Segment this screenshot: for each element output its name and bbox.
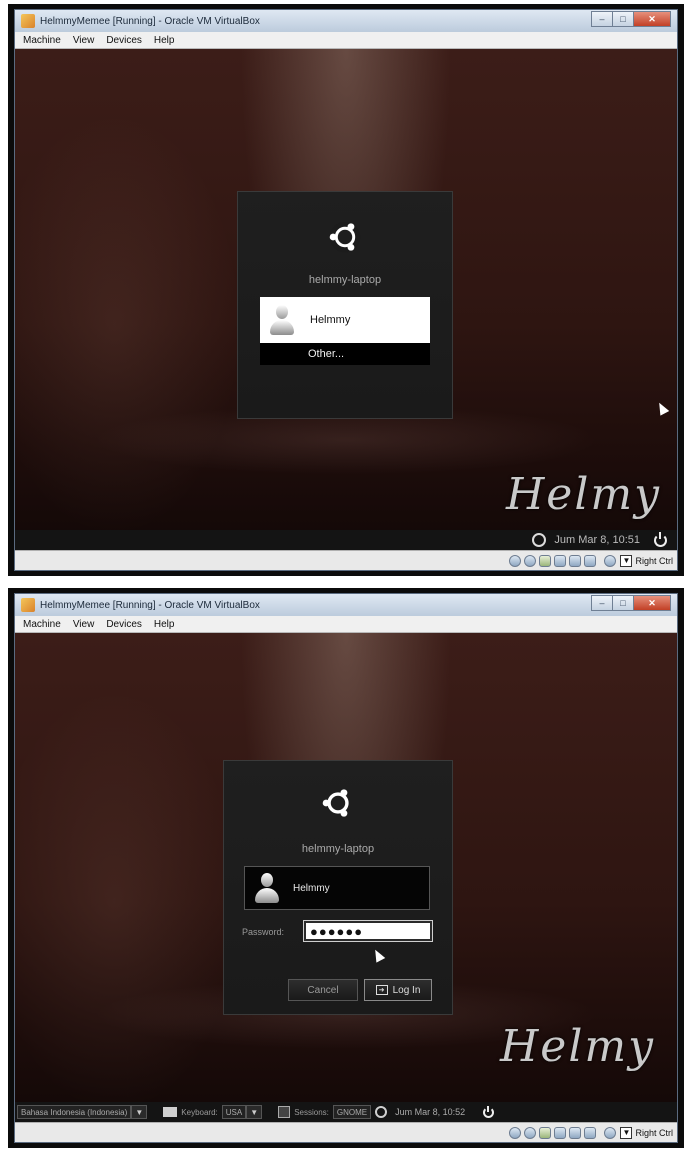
session-icon bbox=[278, 1106, 291, 1118]
close-icon[interactable]: ✕ bbox=[633, 11, 671, 27]
clock: Jum Mar 8, 10:52 bbox=[395, 1107, 466, 1117]
user-avatar-icon bbox=[268, 303, 296, 337]
vbox-status-bar: ▼ Right Ctrl bbox=[15, 550, 677, 570]
user-item-helmmy[interactable]: Helmmy bbox=[260, 297, 430, 343]
menu-machine[interactable]: Machine bbox=[23, 619, 61, 630]
accessibility-icon[interactable] bbox=[375, 1106, 388, 1118]
window-controls: – □ ✕ bbox=[591, 595, 671, 611]
window-title: HelmmyMemee [Running] - Oracle VM Virtua… bbox=[40, 599, 260, 611]
ubuntu-logo-icon bbox=[322, 789, 349, 817]
chevron-down-icon[interactable]: ▼ bbox=[246, 1105, 263, 1119]
network-icon[interactable] bbox=[554, 554, 567, 567]
screenshot-2: HelmmyMemee [Running] - Oracle VM Virtua… bbox=[8, 588, 684, 1148]
host-key-arrow-icon: ▼ bbox=[620, 1126, 633, 1139]
accessibility-icon[interactable] bbox=[532, 533, 547, 547]
menu-bar: Machine View Devices Help bbox=[15, 32, 677, 49]
optical-drive-icon[interactable] bbox=[524, 554, 537, 567]
ubuntu-logo-icon bbox=[329, 221, 361, 253]
menu-help[interactable]: Help bbox=[154, 35, 175, 46]
language-select[interactable]: Bahasa Indonesia (Indonesia) bbox=[17, 1105, 132, 1119]
menu-view[interactable]: View bbox=[73, 619, 95, 630]
close-icon[interactable]: ✕ bbox=[633, 595, 671, 611]
maximize-icon[interactable]: □ bbox=[612, 11, 634, 27]
screenshot-1: HelmmyMemee [Running] - Oracle VM Virtua… bbox=[8, 4, 684, 576]
shared-folders-icon[interactable] bbox=[569, 554, 582, 567]
hard-disk-icon[interactable] bbox=[509, 1126, 522, 1139]
virtualbox-icon bbox=[21, 598, 35, 612]
password-label: Password: bbox=[242, 927, 285, 937]
menu-bar: Machine View Devices Help bbox=[15, 616, 677, 633]
mouse-integration-icon[interactable] bbox=[604, 554, 617, 567]
password-field[interactable]: ●●●●●● bbox=[303, 920, 433, 942]
login-dialog: helmmy-laptop Helmmy Password: ●●●●●● Ca… bbox=[223, 760, 453, 1015]
host-key-label: Right Ctrl bbox=[635, 555, 673, 566]
login-dialog: helmmy-laptop Helmmy Other... bbox=[237, 191, 453, 419]
login-panel: Jum Mar 8, 10:51 bbox=[15, 530, 677, 550]
hostname: helmmy-laptop bbox=[301, 843, 375, 855]
menu-help[interactable]: Help bbox=[154, 619, 175, 630]
user-avatar-icon bbox=[253, 871, 281, 905]
hard-disk-icon[interactable] bbox=[509, 554, 522, 567]
log-in-label: Log In bbox=[392, 984, 421, 996]
keyboard-icon bbox=[163, 1107, 178, 1117]
login-panel: Bahasa Indonesia (Indonesia) ▼ Keyboard:… bbox=[15, 1102, 677, 1122]
clock: Jum Mar 8, 10:51 bbox=[554, 534, 640, 546]
display-icon[interactable] bbox=[584, 1126, 597, 1139]
vm-screen[interactable]: helmmy-laptop Helmmy Other... Helmy Jum … bbox=[15, 49, 677, 550]
window-controls: – □ ✕ bbox=[591, 11, 671, 27]
selected-user-helmmy[interactable]: Helmmy bbox=[244, 866, 430, 910]
chevron-down-icon[interactable]: ▼ bbox=[131, 1105, 148, 1119]
cancel-button[interactable]: Cancel bbox=[288, 979, 358, 1001]
hostname: helmmy-laptop bbox=[308, 274, 382, 286]
menu-machine[interactable]: Machine bbox=[23, 35, 61, 46]
usb-icon[interactable] bbox=[539, 554, 552, 567]
watermark: Helmy bbox=[499, 1021, 655, 1072]
host-key-label: Right Ctrl bbox=[635, 1127, 673, 1138]
menu-devices[interactable]: Devices bbox=[106, 35, 142, 46]
sessions-select[interactable]: GNOME bbox=[332, 1105, 372, 1119]
log-in-icon: ➜ bbox=[375, 985, 388, 995]
maximize-icon[interactable]: □ bbox=[612, 595, 634, 611]
title-bar: HelmmyMemee [Running] - Oracle VM Virtua… bbox=[15, 594, 677, 616]
virtualbox-icon bbox=[21, 14, 35, 28]
sessions-label: Sessions: bbox=[294, 1107, 329, 1117]
title-bar: HelmmyMemee [Running] - Oracle VM Virtua… bbox=[15, 10, 677, 32]
minimize-icon[interactable]: – bbox=[591, 595, 613, 611]
log-in-button[interactable]: ➜ Log In bbox=[364, 979, 432, 1001]
shared-folders-icon[interactable] bbox=[569, 1126, 582, 1139]
network-icon[interactable] bbox=[554, 1126, 567, 1139]
keyboard-select[interactable]: USA bbox=[221, 1105, 247, 1119]
mouse-cursor-icon bbox=[654, 400, 670, 416]
virtualbox-window: HelmmyMemee [Running] - Oracle VM Virtua… bbox=[14, 9, 678, 571]
menu-devices[interactable]: Devices bbox=[106, 619, 142, 630]
vbox-status-bar: ▼ Right Ctrl bbox=[15, 1122, 677, 1142]
user-name: Helmmy bbox=[310, 314, 351, 326]
keyboard-label: Keyboard: bbox=[181, 1107, 218, 1117]
watermark: Helmy bbox=[505, 469, 661, 520]
user-item-other[interactable]: Other... bbox=[260, 343, 430, 365]
display-icon[interactable] bbox=[584, 554, 597, 567]
user-list: Helmmy Other... bbox=[260, 297, 430, 365]
host-key-arrow-icon: ▼ bbox=[620, 554, 633, 567]
menu-view[interactable]: View bbox=[73, 35, 95, 46]
minimize-icon[interactable]: – bbox=[591, 11, 613, 27]
usb-icon[interactable] bbox=[539, 1126, 552, 1139]
virtualbox-window: HelmmyMemee [Running] - Oracle VM Virtua… bbox=[14, 593, 678, 1143]
vm-screen[interactable]: helmmy-laptop Helmmy Password: ●●●●●● Ca… bbox=[15, 633, 677, 1122]
power-icon[interactable] bbox=[654, 531, 667, 547]
user-name: Helmmy bbox=[293, 882, 330, 894]
power-icon[interactable] bbox=[483, 1105, 495, 1118]
optical-drive-icon[interactable] bbox=[524, 1126, 537, 1139]
window-title: HelmmyMemee [Running] - Oracle VM Virtua… bbox=[40, 15, 260, 27]
mouse-integration-icon[interactable] bbox=[604, 1126, 617, 1139]
